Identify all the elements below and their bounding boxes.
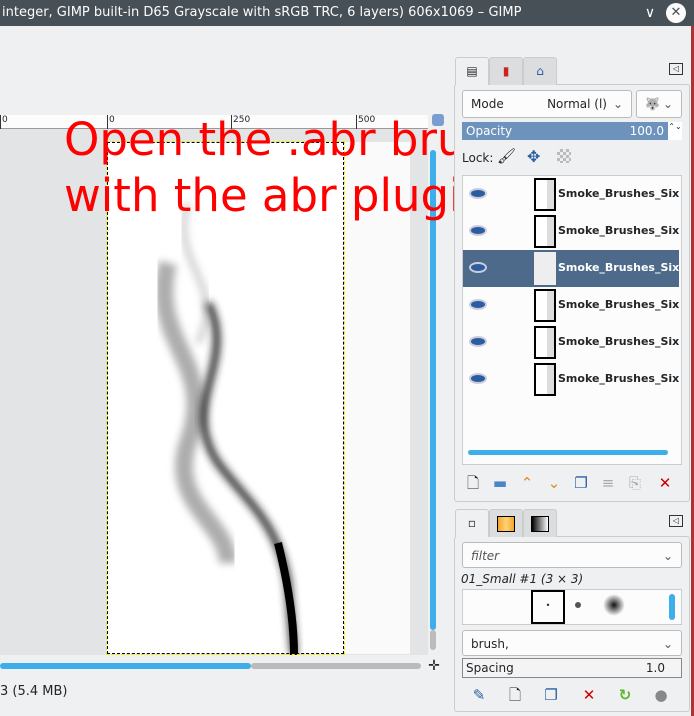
brush-scrollbar[interactable] bbox=[669, 594, 675, 620]
tag-value: brush, bbox=[471, 637, 509, 651]
lock-label: Lock: bbox=[462, 151, 494, 165]
spacing-value: 1.0 bbox=[645, 661, 665, 675]
horizontal-scroll-track[interactable] bbox=[251, 663, 421, 669]
refresh-brushes-icon[interactable]: ↻ bbox=[615, 685, 635, 705]
layer-name: Smoke_Brushes_Six 002 bbox=[558, 298, 681, 311]
layer-name: Smoke_Brushes_Six 003 bbox=[558, 261, 681, 274]
composite-select[interactable]: 🐺 ⌄ bbox=[636, 90, 682, 118]
layer-row[interactable]: Smoke_Brushes_Six 002 bbox=[463, 287, 681, 324]
tag-select[interactable]: brush, ⌄ bbox=[462, 630, 682, 656]
brush-as-image-icon[interactable]: ● bbox=[651, 685, 671, 705]
chevron-down-icon: ⌄ bbox=[662, 97, 673, 111]
layers-dock: ▤ ▮ ⌂ ◁ Mode Normal (l) ⌄ 🐺 ⌄ Opacity 100… bbox=[454, 57, 690, 502]
opacity-slider[interactable]: Opacity 100.0 bbox=[462, 122, 668, 140]
opacity-spinner[interactable]: ⌃⌄ bbox=[668, 122, 682, 140]
opacity-label: Opacity bbox=[466, 124, 513, 138]
mode-label: Mode bbox=[471, 97, 504, 111]
close-button[interactable]: ✕ bbox=[666, 3, 686, 23]
merge-down-icon[interactable]: ≡ bbox=[598, 473, 618, 493]
layer-thumbnail bbox=[534, 252, 556, 285]
duplicate-layer-icon[interactable]: ❐ bbox=[571, 473, 591, 493]
lock-pixels-icon[interactable]: 🖌 bbox=[497, 147, 516, 165]
layer-thumbnail bbox=[534, 178, 556, 211]
layer-row[interactable]: Smoke_Brushes_Six 000 bbox=[463, 361, 681, 398]
vertical-scroll-track[interactable] bbox=[430, 630, 436, 650]
new-group-icon[interactable]: ▬ bbox=[490, 473, 510, 493]
eye-icon[interactable] bbox=[469, 262, 487, 273]
tab-patterns[interactable] bbox=[489, 509, 523, 537]
brush-medium[interactable] bbox=[575, 602, 581, 608]
brush-small[interactable]: • bbox=[531, 590, 565, 624]
brush-fuzzy[interactable] bbox=[603, 594, 625, 616]
new-brush-icon[interactable]: 🗋 bbox=[505, 685, 525, 705]
lock-alpha-icon[interactable] bbox=[557, 149, 571, 163]
tab-layers[interactable]: ▤ bbox=[455, 57, 489, 85]
eye-icon[interactable] bbox=[469, 225, 487, 236]
mode-value: Normal (l) bbox=[547, 97, 607, 111]
eye-icon[interactable] bbox=[469, 299, 487, 310]
navigate-icon[interactable]: ✛ bbox=[426, 658, 442, 674]
layer-thumbnail bbox=[534, 289, 556, 322]
mode-select[interactable]: Mode Normal (l) ⌄ bbox=[462, 90, 632, 118]
layer-row[interactable]: Smoke_Brushes_Six 005 bbox=[463, 176, 681, 213]
window-title: integer, GIMP built-in D65 Grayscale wit… bbox=[2, 5, 522, 20]
delete-layer-icon[interactable]: ✕ bbox=[655, 473, 675, 493]
filter-input[interactable]: filter ⌄ bbox=[462, 542, 682, 568]
layer-row[interactable]: Smoke_Brushes_Six 001 bbox=[463, 324, 681, 361]
layer-name: Smoke_Brushes_Six 001 bbox=[558, 335, 681, 348]
brush-grid[interactable]: • bbox=[462, 589, 682, 625]
layer-row[interactable]: Smoke_Brushes_Six 004 bbox=[463, 213, 681, 250]
layer-name: Smoke_Brushes_Six 005 bbox=[558, 187, 681, 200]
spacing-spinner[interactable]: Spacing 1.0 bbox=[462, 658, 682, 678]
chevron-down-icon: ⌄ bbox=[662, 549, 673, 563]
ruler-tick: 0 bbox=[0, 115, 8, 129]
dock-menu-icon[interactable]: ◁ bbox=[669, 515, 683, 527]
gimp-icon: 🐺 bbox=[645, 97, 660, 111]
eye-icon[interactable] bbox=[469, 188, 487, 199]
chevron-down-icon: ⌄ bbox=[662, 637, 673, 651]
new-layer-icon[interactable]: 🗋 bbox=[463, 473, 483, 493]
brush-name: 01_Small #1 (3 × 3) bbox=[461, 572, 584, 586]
annotation-line: with the abr plugin bbox=[64, 169, 491, 222]
layer-thumbnail bbox=[534, 326, 556, 359]
duplicate-brush-icon[interactable]: ❐ bbox=[541, 685, 561, 705]
opacity-value: 100.0 bbox=[629, 124, 664, 138]
lower-layer-icon[interactable]: ⌄ bbox=[544, 473, 564, 493]
layers-list[interactable]: Smoke_Brushes_Six 005 Smoke_Brushes_Six … bbox=[462, 175, 682, 465]
spacing-label: Spacing bbox=[466, 661, 514, 675]
anchor-icon[interactable]: ⎘ bbox=[625, 473, 645, 493]
tab-gradients[interactable] bbox=[523, 509, 557, 537]
layer-row-selected[interactable]: Smoke_Brushes_Six 003 bbox=[463, 250, 681, 287]
layer-thumbnail bbox=[534, 363, 556, 396]
tab-paths[interactable]: ⌂ bbox=[523, 57, 557, 85]
tab-channels[interactable]: ▮ bbox=[489, 57, 523, 85]
lock-position-icon[interactable]: ✥ bbox=[527, 147, 540, 166]
title-bar: integer, GIMP built-in D65 Grayscale wit… bbox=[0, 0, 694, 26]
brushes-dock: ▫ ◁ filter ⌄ 01_Small #1 (3 × 3) • brush,… bbox=[454, 509, 690, 712]
eye-icon[interactable] bbox=[469, 336, 487, 347]
horizontal-scrollbar[interactable] bbox=[0, 663, 251, 669]
layer-thumbnail bbox=[534, 215, 556, 248]
dock-menu-icon[interactable]: ◁ bbox=[669, 63, 683, 75]
chevron-down-icon: ⌄ bbox=[612, 97, 623, 111]
filter-placeholder: filter bbox=[471, 549, 500, 563]
annotation-line: Open the .abr brush bbox=[64, 113, 518, 166]
annotation-overlay: Open the .abr brush with the abr plugin bbox=[64, 112, 517, 224]
status-text: 3 (5.4 MB) bbox=[0, 684, 68, 699]
layer-name: Smoke_Brushes_Six 004 bbox=[558, 224, 681, 237]
eye-icon[interactable] bbox=[469, 373, 487, 384]
delete-brush-icon[interactable]: ✕ bbox=[579, 685, 599, 705]
raise-layer-icon[interactable]: ⌃ bbox=[517, 473, 537, 493]
minimize-button[interactable]: ∨ bbox=[640, 3, 660, 23]
edit-brush-icon[interactable]: ✎ bbox=[469, 685, 489, 705]
layers-hscrollbar[interactable] bbox=[468, 450, 668, 455]
tab-brushes[interactable]: ▫ bbox=[455, 509, 489, 537]
layer-name: Smoke_Brushes_Six 000 bbox=[558, 372, 681, 385]
